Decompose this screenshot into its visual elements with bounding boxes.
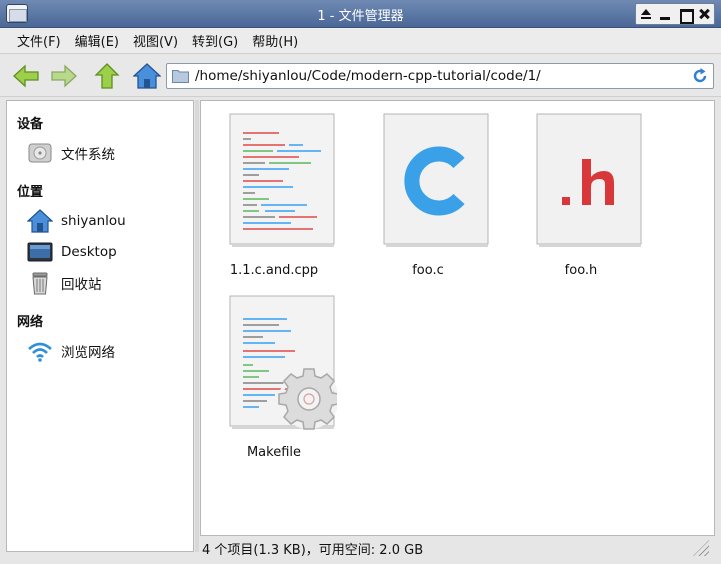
sidebar-heading-places: 位置 [17, 185, 44, 200]
sidebar-heading-network: 网络 [17, 315, 44, 330]
arrow-right-icon [51, 64, 77, 88]
menu-bar: 文件(F) 编辑(E) 视图(V) 转到(G) 帮助(H) [0, 28, 721, 54]
sidebar-item-label: 文件系统 [61, 147, 115, 163]
location-bar[interactable]: /home/shiyanlou/Code/modern-cpp-tutorial… [166, 63, 714, 89]
sidebar-item-trash[interactable]: 回收站 [27, 269, 187, 297]
folder-icon [172, 70, 189, 83]
sidebar-heading-devices: 设备 [17, 117, 44, 132]
makefile-icon [229, 295, 337, 430]
reload-icon[interactable] [691, 67, 709, 85]
file-view: 1.1.c.and.cpp foo.c foo.h Makefile [200, 100, 715, 536]
file-name: foo.h [564, 263, 598, 278]
status-text: 4 个项目(1.3 KB)，可用空间: 2.0 GB [202, 543, 424, 558]
wifi-icon [28, 342, 52, 362]
shade-icon[interactable] [638, 6, 654, 22]
sidebar-item-home[interactable]: shiyanlou [27, 207, 187, 235]
back-button[interactable] [12, 63, 40, 89]
sidebar-item-desktop[interactable]: Desktop [27, 238, 187, 266]
window-controls [635, 3, 715, 25]
up-button[interactable] [93, 63, 121, 89]
home-icon [27, 209, 53, 233]
menu-help[interactable]: 帮助(H) [245, 31, 305, 50]
file-name: foo.c [412, 263, 444, 278]
file-item[interactable]: foo.h [511, 101, 651, 281]
maximize-icon[interactable] [677, 6, 694, 24]
file-item[interactable]: Makefile [204, 283, 344, 463]
resize-grip-icon[interactable] [693, 540, 709, 556]
desktop-icon [27, 242, 53, 262]
pane-splitter[interactable] [195, 100, 199, 552]
status-bar: 4 个项目(1.3 KB)，可用空间: 2.0 GB [200, 536, 715, 560]
c-source-icon [383, 113, 489, 247]
window-title: 1 - 文件管理器 [317, 9, 404, 24]
home-button[interactable] [132, 63, 162, 89]
file-name: 1.1.c.and.cpp [229, 263, 319, 278]
text-file-icon [229, 113, 335, 247]
file-item[interactable]: foo.c [358, 101, 498, 281]
minimize-icon[interactable] [657, 6, 673, 22]
sidebar-item-label: Desktop [61, 244, 117, 260]
home-icon [132, 63, 162, 89]
arrow-left-icon [13, 64, 39, 88]
menu-edit[interactable]: 编辑(E) [68, 31, 126, 50]
arrow-up-icon [94, 63, 120, 89]
title-bar: 1 - 文件管理器 [0, 0, 721, 28]
drive-icon [28, 143, 52, 163]
file-item[interactable]: 1.1.c.and.cpp [204, 101, 344, 281]
forward-button[interactable] [50, 63, 78, 89]
toolbar: /home/shiyanlou/Code/modern-cpp-tutorial… [0, 55, 721, 97]
sidebar-item-label: 浏览网络 [61, 345, 115, 361]
sidebar-item-label: 回收站 [61, 277, 102, 293]
sidebar-item-label: shiyanlou [61, 213, 126, 229]
menu-view[interactable]: 视图(V) [126, 31, 185, 50]
sidebar-item-browse-network[interactable]: 浏览网络 [27, 337, 187, 365]
location-path[interactable]: /home/shiyanlou/Code/modern-cpp-tutorial… [195, 68, 541, 84]
trash-icon [32, 272, 48, 295]
close-icon[interactable] [696, 6, 712, 22]
menu-file[interactable]: 文件(F) [10, 31, 68, 50]
header-file-icon [536, 113, 642, 247]
sidebar-item-filesystem[interactable]: 文件系统 [27, 139, 187, 167]
file-name: Makefile [246, 445, 302, 460]
sidebar: 设备 文件系统 位置 shiyanlou Desktop 回收站 网络 浏览网络 [6, 100, 194, 552]
menu-go[interactable]: 转到(G) [185, 31, 245, 50]
